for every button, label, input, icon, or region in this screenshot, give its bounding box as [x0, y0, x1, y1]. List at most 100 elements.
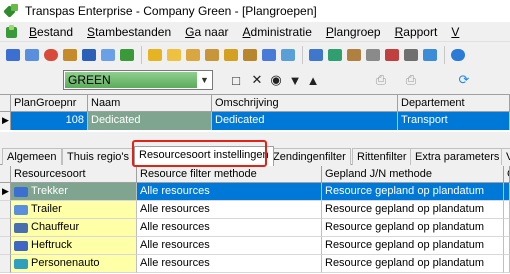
tab-zendingenfilter[interactable]: Zendingenfilter [268, 148, 351, 165]
table-row[interactable]: ▶ Trekker Alle resources Resource geplan… [0, 183, 510, 201]
chart-toolbar-icon[interactable] [326, 46, 344, 64]
cell-resourcesoort[interactable]: Trekker [11, 183, 137, 201]
folder-open-toolbar-icon[interactable] [165, 46, 183, 64]
report-toolbar-icon[interactable] [383, 46, 401, 64]
resourcesoort-label: Chauffeur [31, 221, 80, 233]
row-indicator [0, 219, 11, 237]
plangroep-combobox[interactable]: GREEN ▼ [63, 70, 213, 90]
app-logo-icon [3, 4, 19, 18]
cell-naam[interactable]: Dedicated [88, 112, 212, 130]
cell-ge[interactable] [504, 219, 510, 237]
row-indicator [0, 237, 11, 255]
people-toolbar-icon[interactable] [42, 46, 60, 64]
cell-filter-methode[interactable]: Alle resources [137, 255, 322, 273]
row-indicator-header [0, 166, 11, 182]
cell-ge[interactable] [504, 237, 510, 255]
menu-ga-naar[interactable]: Ga naar [179, 25, 236, 39]
menu-v[interactable]: V [445, 25, 467, 39]
car-icon [14, 258, 28, 269]
truck2-toolbar-icon[interactable] [260, 46, 278, 64]
calendar-toolbar-icon[interactable] [99, 46, 117, 64]
table-row[interactable]: ▶ 108 Dedicated Dedicated Transport [0, 112, 510, 130]
toolbar-separator [444, 46, 445, 64]
cell-ge[interactable] [504, 255, 510, 273]
box2-toolbar-icon[interactable] [241, 46, 259, 64]
box-toolbar-icon[interactable] [61, 46, 79, 64]
vehicle-toolbar-icon[interactable] [80, 46, 98, 64]
col-header-omschrijving[interactable]: Omschrijving [212, 95, 398, 111]
cell-resourcesoort[interactable]: Trailer [11, 201, 137, 219]
trailer-toolbar-icon[interactable] [23, 46, 41, 64]
folder-toolbar-icon[interactable] [146, 46, 164, 64]
grid-toolbar-icon[interactable] [307, 46, 325, 64]
package-toolbar-icon[interactable] [345, 46, 363, 64]
calculator-toolbar-icon[interactable] [364, 46, 382, 64]
toolbar-separator [302, 46, 303, 64]
truck-toolbar-icon[interactable] [4, 46, 22, 64]
dollar-toolbar-icon[interactable] [222, 46, 240, 64]
table-row[interactable]: Personenauto Alle resources Resource gep… [0, 255, 510, 273]
window-title: Transpas Enterprise - Company Green - [P… [25, 4, 317, 18]
col-header-plangroepnr[interactable]: PlanGroepnr [11, 95, 88, 111]
cell-resourcesoort[interactable]: Chauffeur [11, 219, 137, 237]
main-toolbar [0, 43, 510, 67]
mdi-child-icon[interactable] [5, 24, 19, 39]
col-header-filter-methode[interactable]: Resource filter methode [137, 166, 322, 182]
cell-resourcesoort[interactable]: Heftruck [11, 237, 137, 255]
cell-filter-methode[interactable]: Alle resources [137, 237, 322, 255]
row-indicator [0, 201, 11, 219]
tab-more[interactable]: V [501, 148, 510, 165]
title-bar: Transpas Enterprise - Company Green - [P… [0, 0, 510, 22]
document-icon[interactable]: □ [228, 72, 244, 88]
cell-ge[interactable] [504, 201, 510, 219]
map2-toolbar-icon[interactable] [421, 46, 439, 64]
cell-resourcesoort[interactable]: Personenauto [11, 255, 137, 273]
cell-gepland-methode[interactable]: Resource gepland op plandatum [322, 255, 504, 273]
table-row[interactable]: Trailer Alle resources Resource gepland … [0, 201, 510, 219]
cell-filter-methode[interactable]: Alle resources [137, 201, 322, 219]
resourcesoort-label: Trekker [31, 185, 68, 197]
help-toolbar-icon[interactable] [449, 46, 467, 64]
tab-algemeen[interactable]: Algemeen [2, 148, 62, 165]
cell-ge[interactable] [504, 183, 510, 201]
grid-header: Resourcesoort Resource filter methode Ge… [0, 166, 510, 183]
eye-icon[interactable]: ◉ [268, 72, 284, 88]
map-toolbar-icon[interactable] [279, 46, 297, 64]
menu-bestand[interactable]: Bestand [23, 25, 81, 39]
menu-administratie[interactable]: Administratie [237, 25, 320, 39]
filter-icon[interactable]: ▼ [287, 72, 303, 88]
table-row[interactable]: Heftruck Alle resources Resource gepland… [0, 237, 510, 255]
menu-stambestanden[interactable]: Stambestanden [81, 25, 179, 39]
menu-plangroep[interactable]: Plangroep [320, 25, 389, 39]
col-header-ge[interactable]: Ge [504, 166, 510, 182]
cell-omschrijving[interactable]: Dedicated [212, 112, 398, 130]
col-header-naam[interactable]: Naam [88, 95, 212, 111]
cell-gepland-methode[interactable]: Resource gepland op plandatum [322, 201, 504, 219]
menu-rapport[interactable]: Rapport [389, 25, 446, 39]
resource-grid: Resourcesoort Resource filter methode Ge… [0, 166, 510, 274]
cell-gepland-methode[interactable]: Resource gepland op plandatum [322, 219, 504, 237]
tab-rittenfilter[interactable]: Rittenfilter [352, 148, 412, 165]
print-preview-icon[interactable]: ⎙ [403, 72, 419, 88]
col-header-resourcesoort[interactable]: Resourcesoort [11, 166, 137, 182]
filter-clear-icon[interactable]: ▲ [305, 72, 321, 88]
clipboard-toolbar-icon[interactable] [184, 46, 202, 64]
refresh-icon[interactable]: ⟳ [456, 72, 472, 88]
delete-icon[interactable]: ✕ [249, 72, 265, 88]
col-header-gepland-methode[interactable]: Gepland J/N methode [322, 166, 504, 182]
col-header-departement[interactable]: Departement [398, 95, 510, 111]
list-toolbar-icon[interactable] [203, 46, 221, 64]
cell-plangroepnr[interactable]: 108 [11, 112, 88, 130]
chevron-down-icon[interactable]: ▼ [197, 71, 212, 89]
print-icon[interactable]: ⎙ [373, 72, 389, 88]
table-row[interactable]: Chauffeur Alle resources Resource geplan… [0, 219, 510, 237]
tab-extra-parameters[interactable]: Extra parameters [410, 148, 505, 165]
print-toolbar-icon[interactable] [402, 46, 420, 64]
tab-thuis-regios[interactable]: Thuis regio's [62, 148, 135, 165]
cell-filter-methode[interactable]: Alle resources [137, 219, 322, 237]
cell-filter-methode[interactable]: Alle resources [137, 183, 322, 201]
cell-gepland-methode[interactable]: Resource gepland op plandatum [322, 183, 504, 201]
cell-departement[interactable]: Transport [398, 112, 510, 130]
green-toolbar-icon[interactable] [118, 46, 136, 64]
cell-gepland-methode[interactable]: Resource gepland op plandatum [322, 237, 504, 255]
